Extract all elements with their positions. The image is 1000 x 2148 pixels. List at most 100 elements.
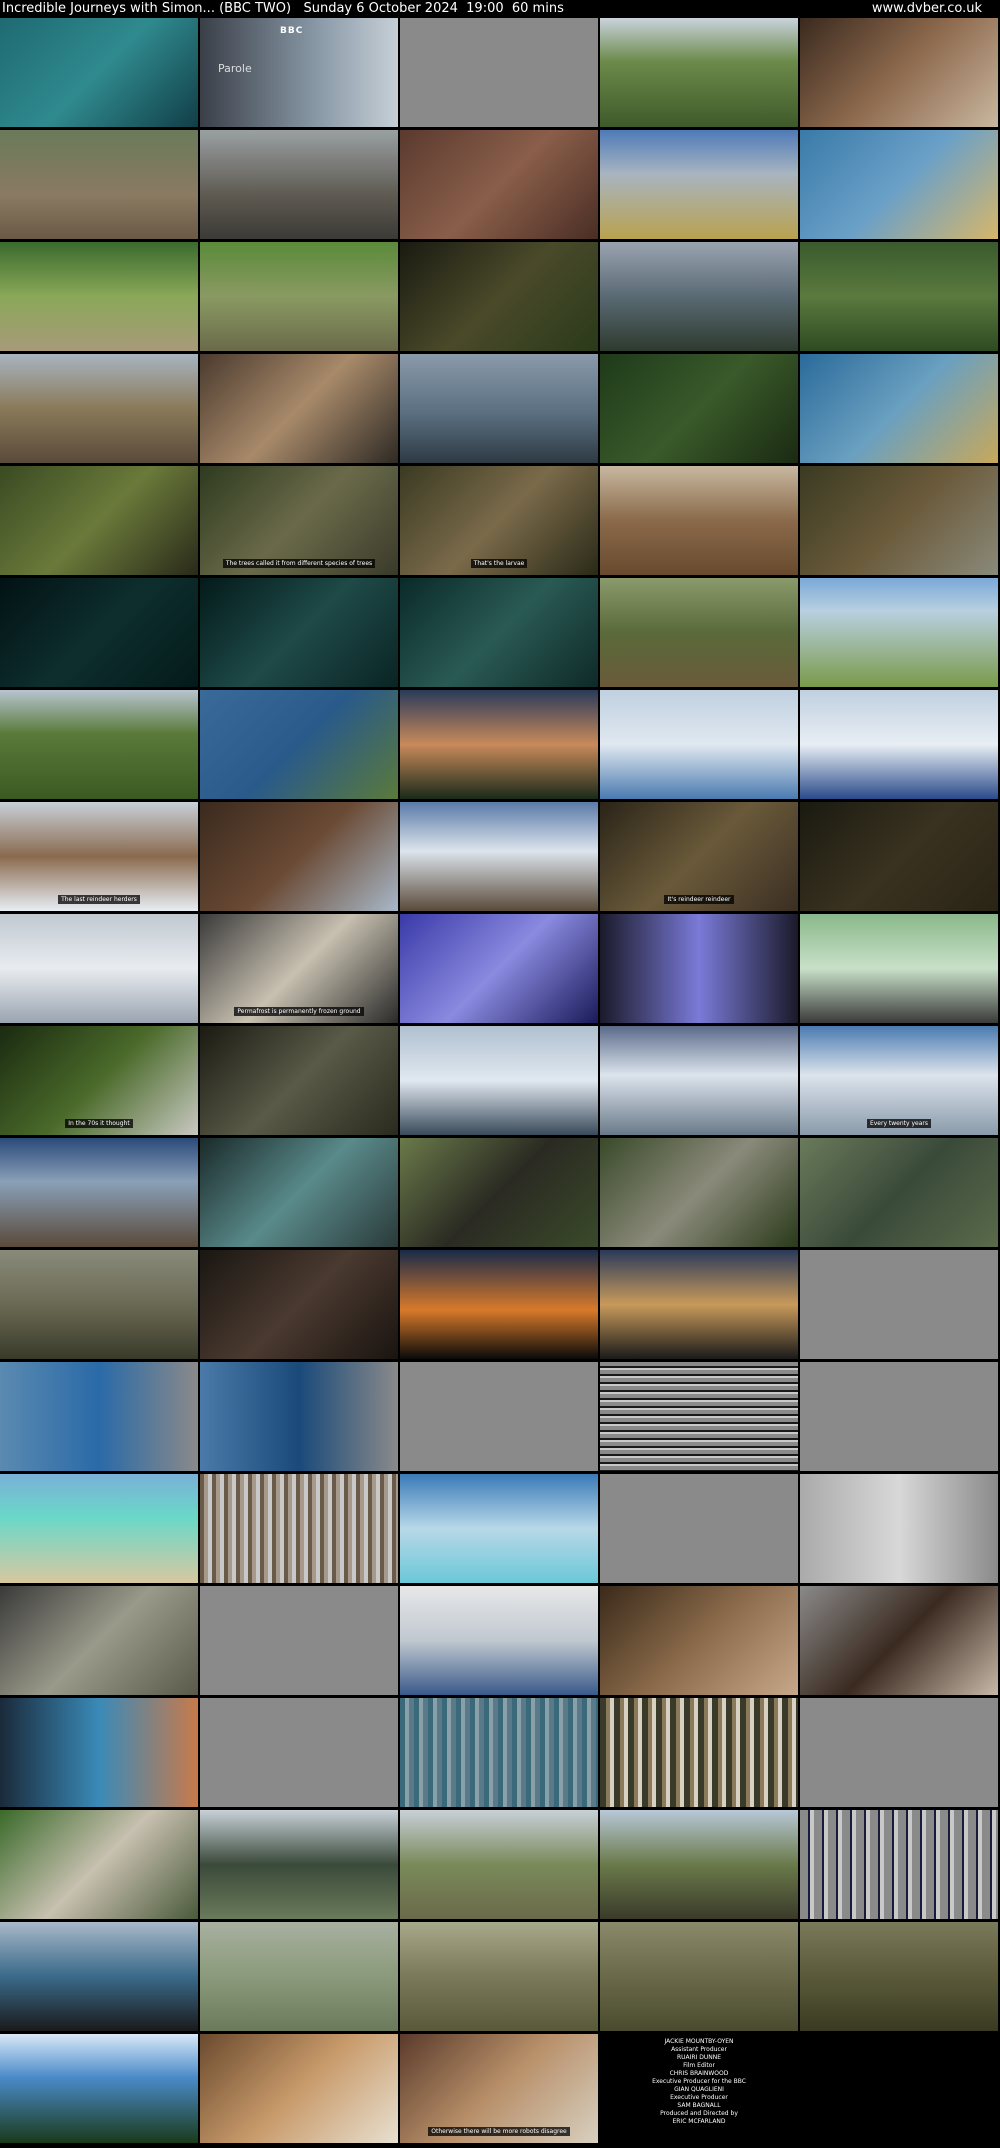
thumbnail-28[interactable]: [400, 578, 598, 687]
thumbnail-91[interactable]: [0, 2034, 198, 2143]
thumbnail-66[interactable]: [0, 1474, 198, 1583]
thumbnail-21[interactable]: [0, 466, 198, 575]
thumbnail-92[interactable]: [200, 2034, 398, 2143]
thumbnail-17[interactable]: [200, 354, 398, 463]
subtitle-caption: In the 70s it thought: [65, 1119, 133, 1128]
thumbnail-32[interactable]: [200, 690, 398, 799]
thumbnail-9[interactable]: [600, 130, 798, 239]
thumbnail-74[interactable]: [600, 1586, 798, 1695]
thumbnail-94[interactable]: JACKIE MOUNTBY-OYEN Assistant Producer RUA…: [600, 2034, 798, 2143]
thumbnail-44[interactable]: [600, 914, 798, 1023]
thumbnail-11[interactable]: [0, 242, 198, 351]
thumbnail-14[interactable]: [600, 242, 798, 351]
thumbnail-19[interactable]: [600, 354, 798, 463]
thumbnail-58[interactable]: [400, 1250, 598, 1359]
thumbnail-35[interactable]: [800, 690, 998, 799]
thumbnail-4[interactable]: [600, 18, 798, 127]
thumbnail-88[interactable]: [400, 1922, 598, 2031]
thumbnail-61[interactable]: [0, 1362, 198, 1471]
thumbnail-60[interactable]: [800, 1250, 998, 1359]
thumbnail-59[interactable]: [600, 1250, 798, 1359]
thumbnail-76[interactable]: [0, 1698, 198, 1807]
thumbnail-75[interactable]: [800, 1586, 998, 1695]
header-bar: Incredible Journeys with Simon... (BBC T…: [0, 0, 1000, 18]
thumbnail-1[interactable]: [0, 18, 198, 127]
thumbnail-71[interactable]: [0, 1586, 198, 1695]
thumbnail-63[interactable]: [400, 1362, 598, 1471]
thumbnail-87[interactable]: [200, 1922, 398, 2031]
thumbnail-89[interactable]: [600, 1922, 798, 2031]
thumbnail-62[interactable]: [200, 1362, 398, 1471]
thumbnail-47[interactable]: [200, 1026, 398, 1135]
thumbnail-50[interactable]: Every twenty years: [800, 1026, 998, 1135]
thumbnail-25[interactable]: [800, 466, 998, 575]
thumbnail-23[interactable]: That's the larvae: [400, 466, 598, 575]
thumbnail-52[interactable]: [200, 1138, 398, 1247]
thumbnail-51[interactable]: [0, 1138, 198, 1247]
thumbnail-72[interactable]: [200, 1586, 398, 1695]
thumbnail-49[interactable]: [600, 1026, 798, 1135]
thumbnail-38[interactable]: [400, 802, 598, 911]
thumbnail-2[interactable]: BBC Parole: [200, 18, 398, 127]
thumbnail-84[interactable]: [600, 1810, 798, 1919]
thumbnail-22[interactable]: The trees called it from different speci…: [200, 466, 398, 575]
thumbnail-3[interactable]: [400, 18, 598, 127]
thumbnail-36[interactable]: The last reindeer herders: [0, 802, 198, 911]
thumbnail-26[interactable]: [0, 578, 198, 687]
thumbnail-37[interactable]: [200, 802, 398, 911]
thumbnail-86[interactable]: [0, 1922, 198, 2031]
thumbnail-31[interactable]: [0, 690, 198, 799]
thumbnail-83[interactable]: [400, 1810, 598, 1919]
thumbnail-6[interactable]: [0, 130, 198, 239]
site-link[interactable]: www.dvber.co.uk: [872, 0, 982, 18]
thumbnail-34[interactable]: [600, 690, 798, 799]
thumbnail-78[interactable]: [400, 1698, 598, 1807]
thumbnail-48[interactable]: [400, 1026, 598, 1135]
thumbnail-18[interactable]: [400, 354, 598, 463]
thumbnail-13[interactable]: [400, 242, 598, 351]
thumbnail-33[interactable]: [400, 690, 598, 799]
thumbnail-55[interactable]: [800, 1138, 998, 1247]
thumbnail-77[interactable]: [200, 1698, 398, 1807]
thumbnail-5[interactable]: [800, 18, 998, 127]
thumbnail-42[interactable]: Permafrost is permanently frozen ground: [200, 914, 398, 1023]
thumbnail-7[interactable]: [200, 130, 398, 239]
thumbnail-12[interactable]: [200, 242, 398, 351]
thumbnail-65[interactable]: [800, 1362, 998, 1471]
thumbnail-80[interactable]: [800, 1698, 998, 1807]
thumbnail-81[interactable]: [0, 1810, 198, 1919]
thumbnail-45[interactable]: [800, 914, 998, 1023]
thumbnail-70[interactable]: [800, 1474, 998, 1583]
thumbnail-82[interactable]: [200, 1810, 398, 1919]
thumbnail-93[interactable]: Otherwise there will be more robots disa…: [400, 2034, 598, 2143]
thumbnail-24[interactable]: [600, 466, 798, 575]
thumbnail-79[interactable]: [600, 1698, 798, 1807]
credit-line: Assistant Producer: [671, 2046, 727, 2053]
thumbnail-15[interactable]: [800, 242, 998, 351]
thumbnail-30[interactable]: [800, 578, 998, 687]
thumbnail-43[interactable]: [400, 914, 598, 1023]
thumbnail-29[interactable]: [600, 578, 798, 687]
thumbnail-20[interactable]: [800, 354, 998, 463]
thumbnail-56[interactable]: [0, 1250, 198, 1359]
thumbnail-16[interactable]: [0, 354, 198, 463]
thumbnail-39[interactable]: It's reindeer reindeer: [600, 802, 798, 911]
thumbnail-46[interactable]: In the 70s it thought: [0, 1026, 198, 1135]
thumbnail-53[interactable]: [400, 1138, 598, 1247]
credit-line: GIAN QUAGLIENI: [674, 2086, 724, 2093]
credit-line: Produced and Directed by: [660, 2110, 738, 2117]
thumbnail-69[interactable]: [600, 1474, 798, 1583]
thumbnail-54[interactable]: [600, 1138, 798, 1247]
thumbnail-90[interactable]: [800, 1922, 998, 2031]
thumbnail-67[interactable]: [200, 1474, 398, 1583]
thumbnail-68[interactable]: [400, 1474, 598, 1583]
thumbnail-41[interactable]: [0, 914, 198, 1023]
thumbnail-8[interactable]: [400, 130, 598, 239]
thumbnail-85[interactable]: [800, 1810, 998, 1919]
thumbnail-57[interactable]: [200, 1250, 398, 1359]
thumbnail-40[interactable]: [800, 802, 998, 911]
thumbnail-73[interactable]: [400, 1586, 598, 1695]
thumbnail-64[interactable]: [600, 1362, 798, 1471]
thumbnail-27[interactable]: [200, 578, 398, 687]
thumbnail-10[interactable]: [800, 130, 998, 239]
